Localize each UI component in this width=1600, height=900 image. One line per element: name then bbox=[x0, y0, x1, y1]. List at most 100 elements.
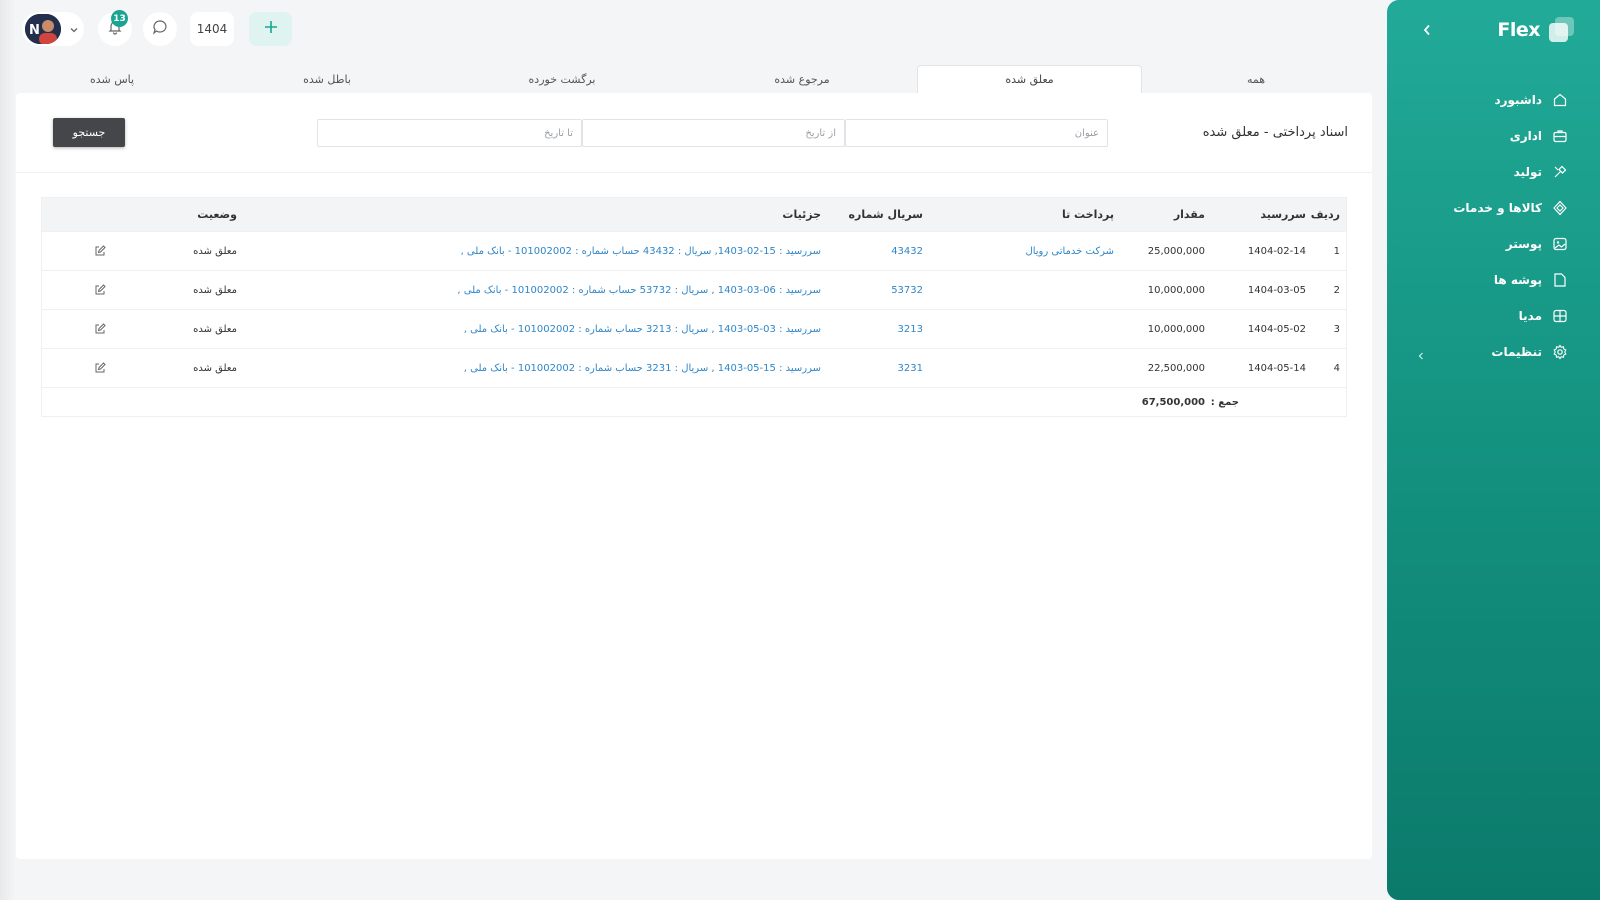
sidebar-item-folders[interactable]: پوشه ها bbox=[1387, 262, 1600, 298]
sidebar-item-label: تولید bbox=[1513, 165, 1542, 179]
table-row: 3 1404-05-02 10,000,000 3213 سررسید : 03… bbox=[42, 309, 1346, 348]
details-link[interactable]: سررسید : 03-05-1403 , سریال : 3213 حساب … bbox=[464, 310, 821, 348]
chevron-left-icon bbox=[1422, 21, 1432, 40]
image-icon bbox=[1552, 236, 1568, 252]
chevron-down-icon bbox=[69, 20, 79, 39]
table-footer-total: جمع : 67,500,000 bbox=[42, 387, 1346, 416]
due-date: 1404-02-14 bbox=[1247, 245, 1306, 257]
edit-icon[interactable] bbox=[93, 232, 107, 270]
row-number: 2 bbox=[1333, 284, 1340, 296]
status-text: معلق شده bbox=[193, 284, 237, 296]
header-details: جزئیات bbox=[782, 208, 821, 221]
row-number: 3 bbox=[1333, 323, 1340, 335]
serial-link[interactable]: 53732 bbox=[891, 271, 923, 309]
briefcase-icon bbox=[1552, 128, 1568, 144]
tab-all[interactable]: همه bbox=[1156, 65, 1356, 93]
sidebar-item-label: پوستر bbox=[1505, 237, 1542, 251]
due-date: 1404-05-14 bbox=[1247, 362, 1306, 374]
page-edge-shadow bbox=[0, 0, 16, 900]
status-text: معلق شده bbox=[193, 362, 237, 374]
amount: 25,000,000 bbox=[1147, 245, 1205, 257]
due-date: 1404-03-05 bbox=[1247, 284, 1306, 296]
status-text: معلق شده bbox=[193, 323, 237, 335]
table-header: ردیف سررسید مقدار پرداخت تا سریال شماره … bbox=[42, 198, 1346, 231]
avatar: N bbox=[25, 14, 61, 44]
chat-icon bbox=[151, 18, 169, 40]
due-date: 1404-05-02 bbox=[1247, 323, 1306, 335]
header-amount: مقدار bbox=[1173, 208, 1205, 221]
sidebar-item-dashboard[interactable]: داشبورد bbox=[1387, 82, 1600, 118]
header-pay-to: پرداخت تا bbox=[1061, 208, 1114, 221]
add-button[interactable] bbox=[249, 12, 292, 46]
brand-name: Flex bbox=[1497, 19, 1540, 41]
edit-icon[interactable] bbox=[93, 271, 107, 309]
sidebar-item-administrative[interactable]: اداری bbox=[1387, 118, 1600, 154]
main-panel: اسناد پرداختی - معلق شده جستجو ردیف سررس… bbox=[16, 93, 1372, 859]
divider bbox=[16, 172, 1372, 173]
sidebar-nav: داشبورد اداری تولید کالاها و خدمات پوستر bbox=[1387, 82, 1600, 370]
chevron-left-icon bbox=[1417, 346, 1427, 360]
status-text: معلق شده bbox=[193, 245, 237, 257]
header-status: وضعیت bbox=[197, 208, 237, 221]
details-link[interactable]: سررسید : 15-02-1403, سریال : 43432 حساب … bbox=[461, 232, 821, 270]
status-tabs: همه معلق شده مرجوع شده برگشت خورده باطل … bbox=[16, 65, 1372, 93]
header-serial: سریال شماره bbox=[848, 208, 923, 221]
sidebar-item-label: داشبورد bbox=[1494, 93, 1542, 107]
tab-returned[interactable]: مرجوع شده bbox=[692, 65, 912, 93]
amount: 10,000,000 bbox=[1147, 323, 1205, 335]
pay-to-link[interactable]: شرکت خدماتی رویال bbox=[1025, 232, 1114, 270]
amount: 10,000,000 bbox=[1147, 284, 1205, 296]
media-icon bbox=[1552, 308, 1568, 324]
sidebar-item-production[interactable]: تولید bbox=[1387, 154, 1600, 190]
brand: Flex bbox=[1497, 14, 1576, 46]
notification-badge: 13 bbox=[111, 10, 128, 27]
sidebar-item-goods-services[interactable]: کالاها و خدمات bbox=[1387, 190, 1600, 226]
edit-icon[interactable] bbox=[93, 310, 107, 348]
sum-label: جمع : bbox=[1210, 396, 1239, 408]
serial-link[interactable]: 3231 bbox=[898, 349, 923, 387]
table-row: 4 1404-05-14 22,500,000 3231 سررسید : 15… bbox=[42, 348, 1346, 387]
sidebar: Flex داشبورد اداری تولید کالاها و خدمات … bbox=[1387, 0, 1600, 900]
sidebar-item-label: تنظیمات bbox=[1491, 345, 1542, 359]
user-menu[interactable]: N bbox=[22, 12, 84, 46]
sidebar-item-settings[interactable]: تنظیمات bbox=[1387, 334, 1600, 370]
serial-link[interactable]: 3213 bbox=[898, 310, 923, 348]
row-number: 4 bbox=[1333, 362, 1340, 374]
gear-icon bbox=[1552, 344, 1568, 360]
sidebar-item-poster[interactable]: پوستر bbox=[1387, 226, 1600, 262]
cube-icon bbox=[1552, 200, 1568, 216]
tab-suspended[interactable]: معلق شده bbox=[917, 65, 1142, 93]
year-selector[interactable]: 1404 bbox=[190, 12, 234, 46]
from-date-input[interactable] bbox=[582, 119, 845, 147]
tools-icon bbox=[1552, 164, 1568, 180]
flex-logo-icon bbox=[1546, 15, 1576, 45]
tab-voided[interactable]: باطل شده bbox=[217, 65, 437, 93]
plus-icon bbox=[263, 19, 279, 39]
chat-button[interactable] bbox=[143, 12, 177, 46]
tab-cleared[interactable]: پاس شده bbox=[12, 65, 212, 93]
notifications-button[interactable]: 13 bbox=[98, 10, 132, 46]
edit-icon[interactable] bbox=[93, 349, 107, 387]
row-number: 1 bbox=[1333, 245, 1340, 257]
sidebar-item-label: مدیا bbox=[1518, 309, 1542, 323]
header-due-date: سررسید bbox=[1260, 208, 1306, 221]
header-row-number: ردیف bbox=[1310, 208, 1340, 221]
details-link[interactable]: سررسید : 15-05-1403 , سریال : 3231 حساب … bbox=[464, 349, 821, 387]
to-date-input[interactable] bbox=[317, 119, 582, 147]
title-filter-input[interactable] bbox=[845, 119, 1108, 147]
home-icon bbox=[1552, 92, 1568, 108]
table-row: 2 1404-03-05 10,000,000 53732 سررسید : 0… bbox=[42, 270, 1346, 309]
sum-value: 67,500,000 bbox=[1141, 396, 1205, 408]
search-button[interactable]: جستجو bbox=[53, 118, 125, 147]
table-row: 1 1404-02-14 25,000,000 شرکت خدماتی رویا… bbox=[42, 231, 1346, 270]
details-link[interactable]: سررسید : 06-03-1403 , سریال : 53732 حساب… bbox=[457, 271, 821, 309]
sidebar-item-media[interactable]: مدیا bbox=[1387, 298, 1600, 334]
folder-icon bbox=[1552, 272, 1568, 288]
serial-link[interactable]: 43432 bbox=[891, 232, 923, 270]
sidebar-item-label: پوشه ها bbox=[1493, 273, 1542, 287]
payment-documents-table: ردیف سررسید مقدار پرداخت تا سریال شماره … bbox=[41, 197, 1347, 417]
svg-text:N: N bbox=[29, 23, 40, 38]
tab-bounced[interactable]: برگشت خورده bbox=[452, 65, 672, 93]
sidebar-collapse-button[interactable] bbox=[1417, 20, 1437, 40]
page-title: اسناد پرداختی - معلق شده bbox=[1202, 125, 1348, 140]
